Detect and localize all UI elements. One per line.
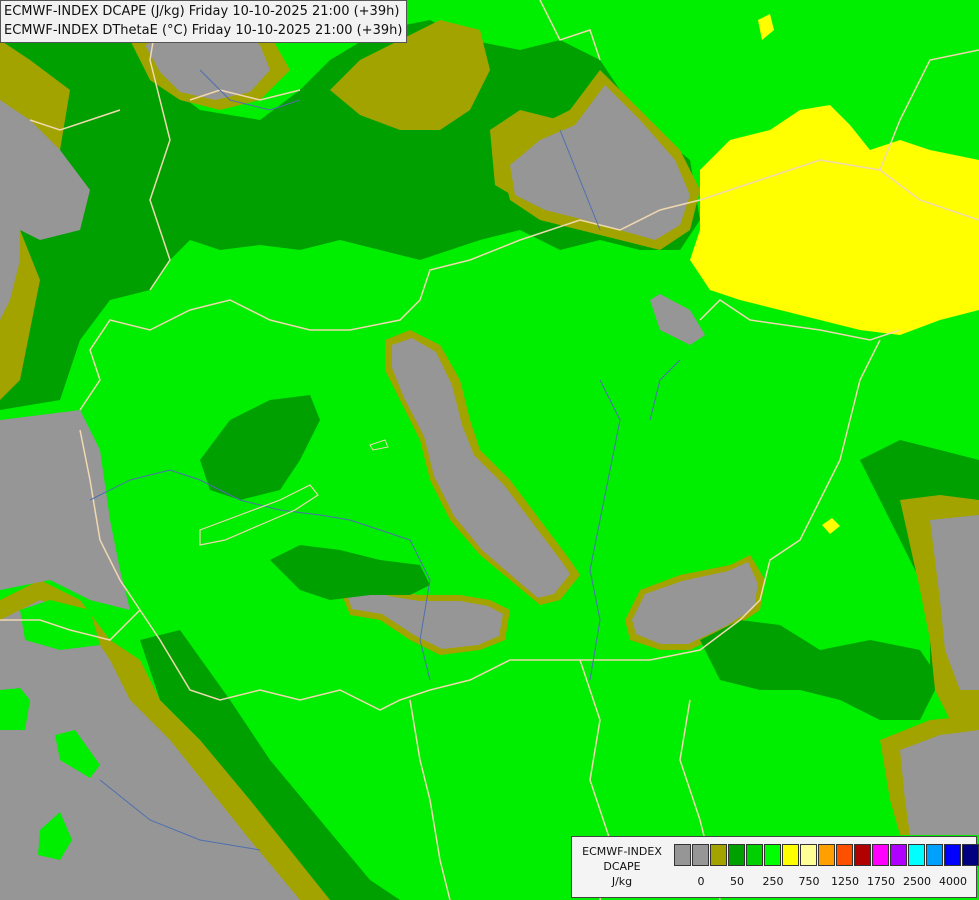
legend-tick: 1250 xyxy=(831,875,859,888)
legend-tick: 2500 xyxy=(903,875,931,888)
legend-tick: 50 xyxy=(730,875,744,888)
legend-unit: J/kg xyxy=(611,875,633,888)
legend-swatch xyxy=(872,844,889,866)
map-root: ECMWF-INDEX DCAPE (J/kg) Friday 10-10-20… xyxy=(0,0,979,900)
field-gray-southeast-corner xyxy=(900,730,979,835)
legend-tick: 1750 xyxy=(867,875,895,888)
legend-swatch xyxy=(782,844,799,866)
legend-swatch xyxy=(908,844,925,866)
legend-swatch xyxy=(944,844,961,866)
legend-tick: 0 xyxy=(697,875,705,888)
map-title-box: ECMWF-INDEX DCAPE (J/kg) Friday 10-10-20… xyxy=(0,0,408,43)
legend-swatch xyxy=(692,844,709,866)
legend-tick: 750 xyxy=(798,875,820,888)
legend-title-line1: ECMWF-INDEX xyxy=(582,845,662,858)
legend-swatch xyxy=(764,844,781,866)
legend-swatch xyxy=(728,844,745,866)
legend-tick: 250 xyxy=(762,875,784,888)
legend-swatch xyxy=(674,844,691,866)
dcape-map[interactable] xyxy=(0,0,979,900)
legend-swatch xyxy=(854,844,871,866)
legend-swatch xyxy=(926,844,943,866)
legend-swatch xyxy=(962,844,979,866)
legend-swatch xyxy=(800,844,817,866)
legend-swatch xyxy=(890,844,907,866)
legend-swatch xyxy=(836,844,853,866)
legend-swatch xyxy=(818,844,835,866)
legend-label: ECMWF-INDEX DCAPE J/kg xyxy=(572,844,672,889)
title-dthetae: ECMWF-INDEX DThetaE (°C) Friday 10-10-20… xyxy=(4,23,403,38)
legend-swatches xyxy=(674,844,979,866)
legend-title-line2: DCAPE xyxy=(603,860,641,873)
legend-swatch xyxy=(746,844,763,866)
legend-tick: 4000 xyxy=(939,875,967,888)
title-dcape: ECMWF-INDEX DCAPE (J/kg) Friday 10-10-20… xyxy=(4,4,400,19)
color-legend: ECMWF-INDEX DCAPE J/kg 0 50 250 750 1250 1750… xyxy=(571,836,979,898)
legend-swatch xyxy=(710,844,727,866)
